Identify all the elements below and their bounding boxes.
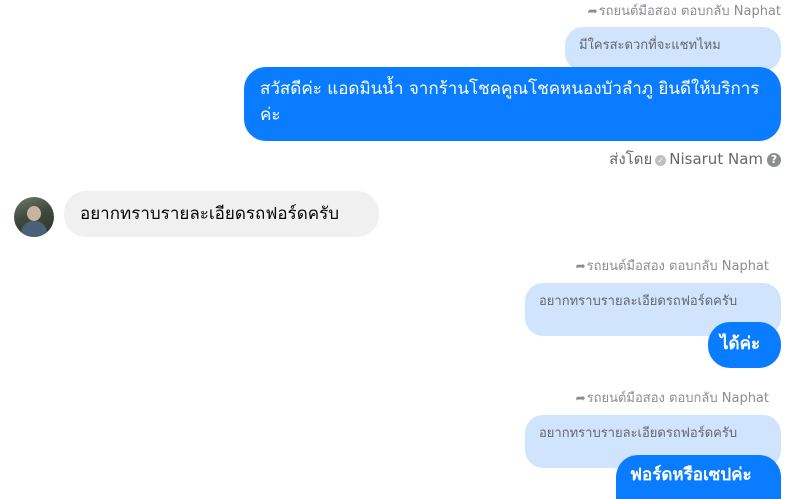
avatar[interactable]: [14, 197, 54, 237]
avatar-body: [21, 221, 47, 237]
outgoing-message[interactable]: ได้ค่ะ: [708, 322, 781, 368]
sender-name[interactable]: Nisarut Nam: [669, 150, 763, 168]
chat-thread: ➦รถยนต์มือสอง ตอบกลับ Naphat มีใครสะดวกท…: [0, 0, 804, 499]
check-icon: ✓: [655, 155, 667, 166]
incoming-message[interactable]: อยากทราบรายละเอียดรถฟอร์ดครับ: [64, 191, 379, 237]
avatar-head: [27, 206, 41, 221]
question-icon[interactable]: ?: [767, 153, 781, 167]
sent-by-label: ส่งโดย ✓ Nisarut Nam?: [609, 150, 781, 168]
reply-arrow-icon: ➦: [587, 4, 598, 18]
outgoing-message[interactable]: สวัสดีค่ะ แอดมินน้ำ จากร้านโชคคูณโชคหนอง…: [244, 67, 781, 141]
reply-arrow-icon: ➦: [575, 259, 586, 273]
outgoing-message[interactable]: ฟอร์ดหรือเซปค่ะ: [616, 455, 781, 499]
reply-label: ➦รถยนต์มือสอง ตอบกลับ Naphat: [587, 4, 781, 19]
reply-label: ➦รถยนต์มือสอง ตอบกลับ Naphat: [575, 391, 769, 406]
reply-label: ➦รถยนต์มือสอง ตอบกลับ Naphat: [575, 259, 769, 274]
reply-arrow-icon: ➦: [575, 391, 586, 405]
quoted-message[interactable]: มีใครสะดวกที่จะแชทไหม: [565, 27, 781, 71]
